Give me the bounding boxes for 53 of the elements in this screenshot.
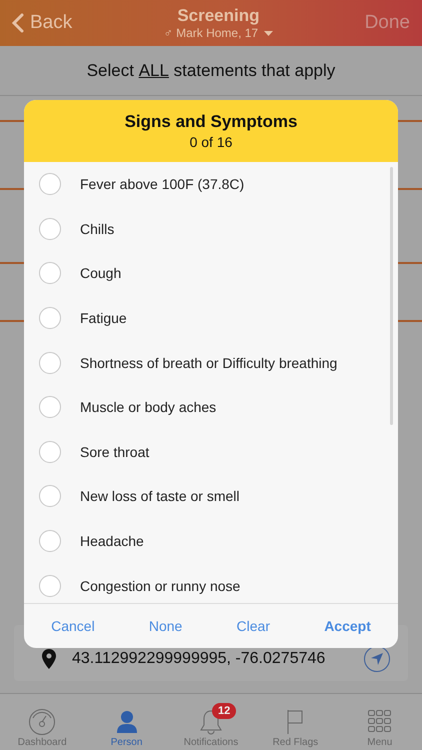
radio-button[interactable]: [39, 262, 61, 284]
tab-item[interactable]: Person: [84, 699, 169, 748]
option-row[interactable]: Fever above 100F (37.8C): [24, 162, 398, 207]
caret-icon: [264, 30, 274, 36]
chevron-left-icon: [12, 13, 24, 33]
option-label: Congestion or runny nose: [80, 578, 240, 594]
grid-icon: [368, 710, 392, 734]
selection-count: 0 of 16: [190, 134, 232, 150]
option-label: Cough: [80, 265, 122, 282]
option-row[interactable]: Cough: [24, 251, 398, 296]
back-button[interactable]: Back: [8, 8, 76, 38]
option-row[interactable]: Congestion or runny nose: [24, 563, 398, 603]
option-row[interactable]: Sore throat: [24, 430, 398, 474]
dialog-button[interactable]: Accept: [318, 614, 377, 638]
gauge-icon: [28, 708, 56, 736]
notification-badge: 12: [212, 703, 236, 719]
radio-button[interactable]: [39, 396, 61, 418]
coordinates-text: 43.112992299999995, -76.0275746: [72, 650, 326, 668]
option-row[interactable]: Fatigue: [24, 296, 398, 340]
option-label: Sore throat: [80, 444, 150, 460]
option-row[interactable]: New loss of taste or smell: [24, 474, 398, 519]
option-label: Chills: [80, 220, 114, 237]
map-pin-icon: [42, 649, 56, 669]
radio-button[interactable]: [39, 485, 61, 508]
dialog-button[interactable]: Cancel: [45, 614, 101, 638]
person-icon: [116, 710, 138, 734]
scrollbar[interactable]: [390, 167, 393, 425]
option-label: Shortness of breath or Difficulty breathing: [80, 354, 338, 371]
option-label: New loss of taste or smell: [80, 488, 240, 504]
instruction-text: Select ALL statements that apply: [0, 46, 422, 96]
option-row[interactable]: Chills: [24, 206, 398, 252]
flag-icon: [286, 709, 304, 735]
screen-title: Screening: [177, 6, 260, 26]
radio-button[interactable]: [39, 530, 61, 552]
option-label: Headache: [80, 533, 144, 550]
tab-item[interactable]: 12 Notifications: [168, 699, 253, 748]
option-row[interactable]: Shortness of breath or Difficulty breathing: [24, 340, 398, 385]
option-row[interactable]: Muscle or body aches: [24, 384, 398, 430]
radio-button[interactable]: [39, 574, 61, 597]
dialog-title: Signs and Symptoms: [124, 112, 298, 132]
option-row[interactable]: Headache: [24, 518, 398, 564]
radio-button[interactable]: [39, 173, 61, 196]
navigation-arrow-icon: [370, 652, 384, 666]
radio-button[interactable]: [39, 352, 61, 374]
radio-button[interactable]: [39, 440, 61, 463]
option-label: Fatigue: [80, 310, 127, 326]
dialog-button[interactable]: None: [142, 614, 188, 638]
dialog-button[interactable]: Clear: [230, 614, 276, 638]
radio-button[interactable]: [39, 307, 61, 330]
option-label: Fever above 100F (37.8C): [80, 176, 244, 192]
radio-button[interactable]: [39, 218, 61, 240]
option-label: Muscle or body aches: [80, 399, 216, 416]
person-selector[interactable]: ♂ Mark Home, 17: [164, 26, 274, 40]
